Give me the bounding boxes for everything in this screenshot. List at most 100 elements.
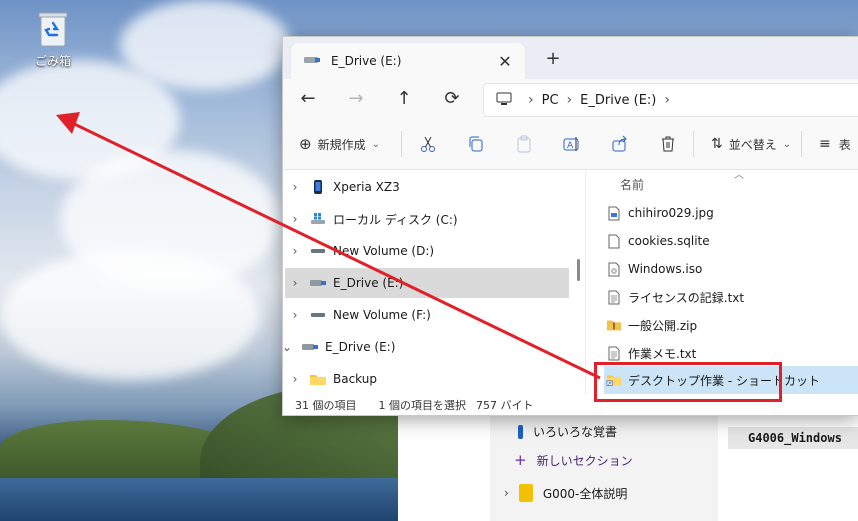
file-row[interactable]: chihiro029.jpg [606,199,858,227]
chevron-right-icon[interactable]: › [285,308,305,322]
chevron-down-icon[interactable]: ⌄ [283,340,297,354]
file-row[interactable]: Windows.iso [606,255,858,283]
folder-icon [309,372,327,386]
copy-icon [469,136,483,152]
file-name: Windows.iso [628,262,703,276]
notebook-item[interactable]: › G000-全体説明 [504,484,627,502]
file-name: cookies.sqlite [628,234,710,248]
notes-section-list: いろいろな覚書 + 新しいセクション › G000-全体説明 [490,412,718,521]
image-file-icon [606,206,622,221]
nav-item-label: Backup [333,372,377,386]
copy-button[interactable] [467,132,485,156]
new-section-button[interactable]: + 新しいセクション [504,451,633,469]
sort-icon: ⇅ [711,136,723,152]
rename-button[interactable]: A [563,132,581,156]
new-tab-button[interactable]: + [541,47,565,71]
chevron-right-icon[interactable]: › [567,92,573,108]
command-bar: ⊕ 新規作成 ⌄ A ⇅ 並べ替え ⌄ ≡ 表 [283,119,858,170]
status-item-count: 31 個の項目 [295,399,357,412]
nav-item-d-drive[interactable]: › New Volume (D:) [285,236,569,266]
list-view-icon: ≡ [819,136,831,152]
file-row[interactable]: ライセンスの記録.txt [606,283,858,311]
view-button[interactable]: ≡ 表 [819,132,851,156]
rename-icon: A [563,137,579,151]
toolbar-divider [693,131,694,157]
up-button[interactable]: ↑ [391,87,417,111]
sort-button[interactable]: ⇅ 並べ替え ⌄ [711,132,791,156]
chevron-down-icon: ⌄ [782,138,792,150]
trash-icon [662,136,674,152]
paste-button[interactable] [515,132,533,156]
section-item[interactable]: いろいろな覚書 [504,423,617,440]
close-tab-icon[interactable]: ✕ [493,52,517,71]
phone-icon [309,179,327,195]
nav-scrollbar[interactable] [577,259,580,281]
background-notes-app: いろいろな覚書 + 新しいセクション › G000-全体説明 G4006_Win… [398,412,858,521]
usb-drive-icon [309,278,327,288]
page-title[interactable]: G4006_Windows [728,427,858,449]
tab-bar: E_Drive (E:) ✕ + [283,37,858,79]
chevron-right-icon[interactable]: › [285,212,305,226]
file-name: 作業メモ.txt [628,346,697,361]
nav-item-e-drive[interactable]: › E_Drive (E:) [285,268,569,298]
nav-item-e-drive-expanded[interactable]: ⌄ E_Drive (E:) [283,332,561,362]
address-bar[interactable]: › PC › E_Drive (E:) › [483,83,858,117]
file-name: chihiro029.jpg [628,206,714,220]
breadcrumb-pc[interactable]: PC [542,93,559,108]
computer-icon [496,92,512,109]
chevron-right-icon[interactable]: › [528,92,534,108]
nav-item-c-drive[interactable]: › ローカル ディスク (C:) [285,204,569,234]
chevron-right-icon[interactable]: › [285,180,305,194]
cut-button[interactable] [419,132,437,156]
tab-e-drive[interactable]: E_Drive (E:) ✕ [291,43,525,79]
windows-drive-icon [309,213,327,225]
delete-button[interactable] [659,132,677,156]
section-label: いろいろな覚書 [533,425,618,439]
nav-item-label: New Volume (D:) [333,244,435,258]
drive-icon [309,247,327,255]
tab-title: E_Drive (E:) [331,54,402,68]
sort-button-label: 並べ替え [728,137,777,152]
nav-item-label: E_Drive (E:) [325,340,396,354]
navigation-pane: › Xperia XZ3 › ローカル ディスク (C:) › New Volu… [283,170,573,395]
chevron-right-icon[interactable]: › [285,276,305,290]
share-icon [612,135,627,152]
forward-button[interactable]: → [343,87,369,111]
usb-drive-icon [301,342,319,352]
refresh-button[interactable]: ⟳ [439,87,465,111]
share-button[interactable] [611,132,629,156]
nav-item-f-drive[interactable]: › New Volume (F:) [285,300,569,330]
column-header-name[interactable]: 名前 [620,176,644,193]
toolbar-divider [401,131,402,157]
zip-folder-icon [606,318,622,332]
file-name: 一般公開.zip [628,318,698,333]
clipboard-icon [517,135,531,153]
nav-item-label: E_Drive (E:) [333,276,404,290]
new-button[interactable]: ⊕ 新規作成 ⌄ [299,132,380,156]
chevron-right-icon[interactable]: › [285,372,305,386]
nav-item-xperia[interactable]: › Xperia XZ3 [285,172,569,202]
file-row[interactable]: 一般公開.zip [606,311,858,339]
file-row[interactable]: cookies.sqlite [606,227,858,255]
text-file-icon [606,290,622,305]
status-size: 757 バイト [476,399,534,412]
back-button[interactable]: ← [295,87,321,111]
status-selection: 1 個の項目を選択 [378,399,467,412]
recycle-bin-shortcut[interactable]: ごみ箱 [26,10,80,69]
disc-image-icon [606,262,622,277]
sort-ascending-icon: ︿ [734,170,744,181]
chevron-right-icon[interactable]: › [664,92,670,108]
file-icon [606,234,622,249]
notebook-icon [518,484,533,502]
breadcrumb-e-drive[interactable]: E_Drive (E:) [580,93,656,108]
svg-text:A: A [567,141,574,151]
nav-item-backup[interactable]: › Backup [285,364,569,394]
nav-item-label: New Volume (F:) [333,308,431,322]
plus-circle-icon: ⊕ [299,135,312,153]
recycle-bin-icon [38,10,68,48]
new-button-label: 新規作成 [317,137,366,152]
file-explorer-window: E_Drive (E:) ✕ + ← → ↑ ⟳ › PC › E_Drive … [282,36,858,416]
notebook-label: G000-全体説明 [542,486,628,501]
chevron-right-icon[interactable]: › [285,244,305,258]
new-section-label: 新しいセクション [536,453,633,468]
